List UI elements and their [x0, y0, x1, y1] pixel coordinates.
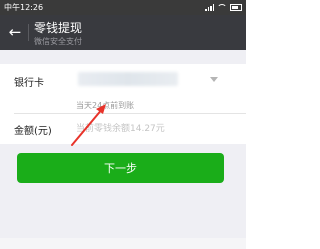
- status-time: 中午12:26: [4, 3, 44, 12]
- phone-screen: 中午12:26 ← 零钱提现 微信安全支付 银行卡 当天24点前到账 金额(元)…: [0, 0, 246, 249]
- wifi-icon: [217, 4, 227, 11]
- withdraw-form: 银行卡 当天24点前到账 金额(元): [0, 64, 246, 144]
- page-title: 零钱提现: [34, 21, 83, 35]
- arrival-hint: 当天24点前到账: [76, 101, 135, 110]
- amount-label: 金额(元): [14, 126, 52, 137]
- bottom-area: [0, 238, 246, 249]
- chevron-down-icon[interactable]: [210, 77, 218, 82]
- divider: [14, 113, 246, 114]
- battery-icon: [230, 4, 242, 11]
- nav-bar: ← 零钱提现 微信安全支付: [0, 15, 246, 50]
- status-bar: 中午12:26: [0, 0, 246, 15]
- page-subtitle: 微信安全支付: [34, 37, 82, 46]
- next-button[interactable]: 下一步: [17, 153, 224, 183]
- bank-card-select[interactable]: [78, 72, 178, 86]
- bank-card-label: 银行卡: [14, 78, 44, 89]
- status-icons: [205, 0, 242, 15]
- nav-divider: [28, 24, 29, 41]
- signal-icon: [205, 4, 214, 11]
- amount-input[interactable]: [76, 121, 236, 137]
- back-arrow-icon[interactable]: ←: [6, 21, 24, 43]
